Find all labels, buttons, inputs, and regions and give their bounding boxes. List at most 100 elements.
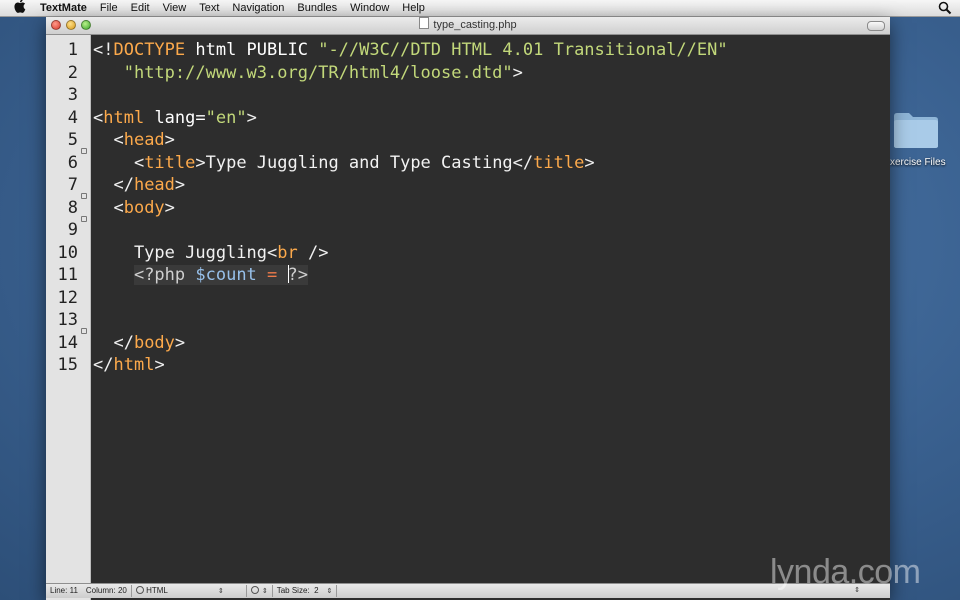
line-number: 13: [57, 310, 78, 330]
menu-file[interactable]: File: [100, 0, 118, 16]
code-token: title: [533, 153, 585, 173]
code-token: >: [174, 175, 186, 195]
fold-marker-icon[interactable]: [81, 148, 87, 154]
status-line-value: 11: [69, 586, 78, 595]
line-number: 10: [57, 243, 78, 263]
status-line-label: Line:: [50, 586, 68, 595]
code-line-6: <title>Type Juggling and Type Casting</t…: [93, 152, 595, 174]
code-token: body: [123, 198, 165, 218]
window-title-text: type_casting.php: [433, 19, 517, 31]
code-token: head: [133, 175, 175, 195]
code-line-7: </head>: [93, 174, 185, 196]
line-number: 6: [67, 153, 78, 173]
menu-help[interactable]: Help: [402, 0, 425, 16]
status-column: Column: 20: [82, 584, 131, 598]
menu-window[interactable]: Window: [350, 0, 389, 16]
status-column-value: 20: [117, 586, 127, 595]
line-number: 1: [67, 40, 78, 60]
code-line-2: "http://www.w3.org/TR/html4/loose.dtd">: [93, 62, 523, 84]
code-token: </: [93, 175, 134, 195]
menu-text[interactable]: Text: [199, 0, 219, 16]
menu-navigation[interactable]: Navigation: [232, 0, 284, 16]
code-token: ?>: [287, 265, 309, 285]
tab-size-selector[interactable]: Tab Size: 2 ⇕: [273, 584, 337, 599]
code-token: <: [267, 243, 278, 263]
code-line-5: <head>: [93, 129, 175, 151]
code-line-8: <body>: [93, 197, 175, 219]
code-token: "-//W3C//DTD HTML 4.01 Transitional//EN": [318, 40, 728, 60]
code-token: <: [93, 130, 124, 150]
code-token: >: [195, 153, 206, 173]
language-selector[interactable]: HTML ⇕: [132, 584, 246, 599]
code-token: "en": [205, 108, 247, 128]
code-token: </: [93, 355, 114, 375]
code-token: title: [144, 153, 196, 173]
line-number-gutter[interactable]: 1 2 3 4 5 6 7 8 9 10 11 12 13 14 15: [46, 35, 91, 600]
code-line-4: <html lang="en">: [93, 107, 257, 129]
chevron-updown-icon: ⇕: [326, 587, 333, 595]
line-number: 2: [67, 63, 78, 83]
chevron-updown-icon: ⇕: [217, 587, 224, 595]
document-icon[interactable]: [419, 17, 430, 29]
code-token: body: [133, 333, 175, 353]
code-token: head: [123, 130, 165, 150]
line-number: 8: [67, 198, 78, 218]
code-token: br: [277, 243, 298, 263]
toolbar-toggle-button[interactable]: [867, 21, 885, 31]
code-token: "http://www.w3.org/TR/html4/loose.dtd": [123, 63, 513, 83]
code-token: =: [267, 265, 278, 285]
code-token: Type Juggling and Type Casting: [205, 153, 513, 173]
code-token: >: [174, 333, 186, 353]
chevron-updown-icon: ⇕: [261, 587, 268, 595]
code-token: Type Juggling: [93, 243, 267, 263]
code-token: />: [297, 243, 329, 263]
menu-view[interactable]: View: [163, 0, 187, 16]
code-token: <: [93, 153, 145, 173]
window-title: type_casting.php: [46, 17, 890, 34]
code-line-13: </body>: [93, 332, 185, 354]
code-line-1: <!DOCTYPE html PUBLIC "-//W3C//DTD HTML …: [93, 39, 728, 61]
line-number: 15: [57, 355, 78, 375]
code-token: >: [584, 153, 595, 173]
apple-icon[interactable]: [14, 0, 28, 17]
fold-marker-icon[interactable]: [81, 193, 87, 199]
line-number: 7: [67, 175, 78, 195]
code-line-11: <?php $count = ?>: [93, 264, 309, 286]
tab-size-label: Tab Size:: [276, 585, 310, 595]
menu-edit[interactable]: Edit: [131, 0, 150, 16]
fold-marker-icon[interactable]: [81, 328, 87, 334]
line-number: 14: [57, 333, 78, 353]
desktop-folder-icon[interactable]: [892, 108, 940, 150]
code-token: >: [154, 355, 165, 375]
menu-bundles[interactable]: Bundles: [297, 0, 337, 16]
code-token: </: [512, 153, 534, 173]
tab-size-value: 2: [314, 585, 319, 595]
code-token: >: [512, 63, 523, 83]
line-number: 4: [67, 108, 78, 128]
code-token: </: [93, 333, 134, 353]
spotlight-search-icon[interactable]: [938, 1, 952, 15]
code-token: html: [113, 355, 155, 375]
code-token: <?php: [133, 265, 196, 285]
menu-app-name[interactable]: TextMate: [40, 0, 87, 16]
language-gear-icon: [135, 585, 144, 594]
status-column-label: Column:: [85, 586, 116, 595]
code-editor[interactable]: <!DOCTYPE html PUBLIC "-//W3C//DTD HTML …: [91, 35, 890, 600]
code-token: >: [164, 198, 175, 218]
code-line-10: Type Juggling<br />: [93, 242, 329, 264]
language-label: HTML: [146, 585, 168, 595]
bundle-actions-button[interactable]: ⇕: [247, 584, 272, 599]
code-token: DOCTYPE: [113, 40, 186, 60]
code-token: >: [164, 130, 175, 150]
code-token: html PUBLIC: [185, 40, 319, 60]
code-token: html: [103, 108, 145, 128]
line-number: 5: [67, 130, 78, 150]
editor-window: type_casting.php 1 2 3 4 5 6 7 8 9 10 11…: [46, 17, 890, 600]
code-token: <: [93, 198, 124, 218]
fold-marker-icon[interactable]: [81, 216, 87, 222]
window-titlebar[interactable]: type_casting.php: [46, 17, 890, 35]
